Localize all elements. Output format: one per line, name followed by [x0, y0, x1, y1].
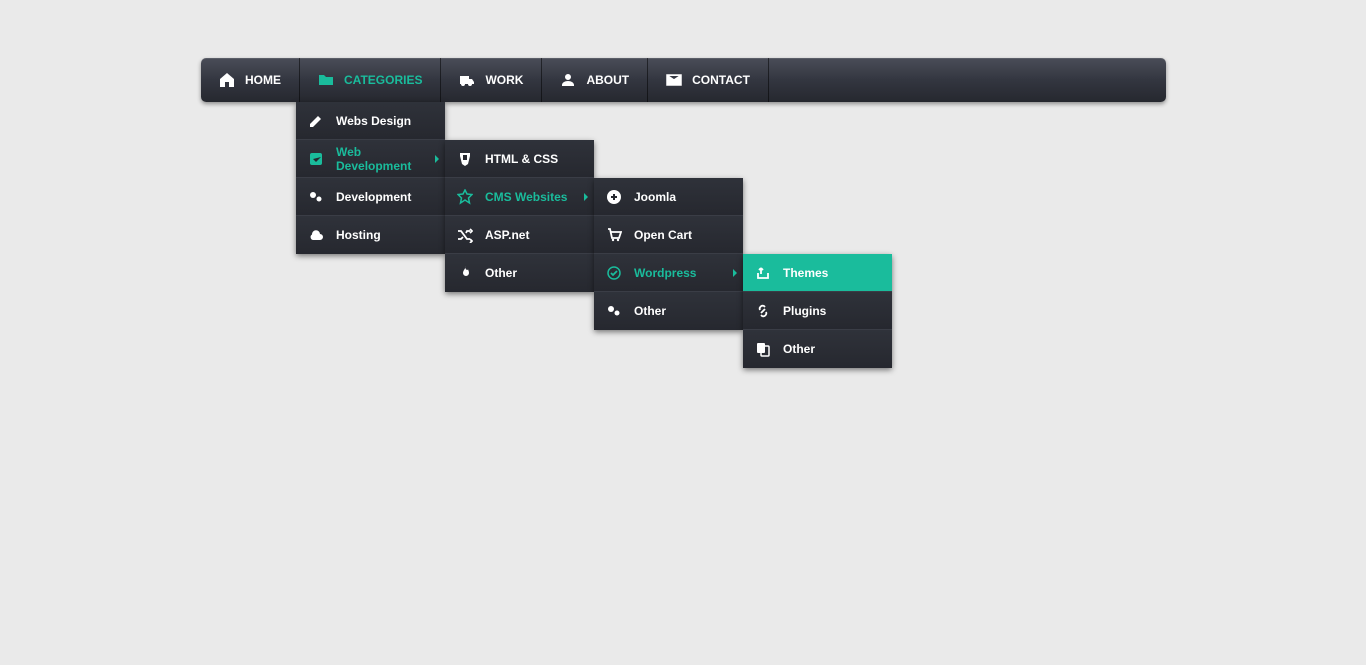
submenu-other[interactable]: Other: [445, 254, 594, 292]
submenu-html-css[interactable]: HTML & CSS: [445, 140, 594, 178]
nav-label: HOME: [245, 73, 281, 87]
submenu-label: Hosting: [336, 228, 381, 242]
nav-label: CONTACT: [692, 73, 750, 87]
submenu-joomla[interactable]: Joomla: [594, 178, 743, 216]
home-icon: [219, 72, 235, 88]
submenu-plugins[interactable]: Plugins: [743, 292, 892, 330]
submenu-development[interactable]: Development: [296, 178, 445, 216]
submenu-themes[interactable]: Themes: [743, 254, 892, 292]
edit-icon: [308, 113, 324, 129]
random-icon: [457, 227, 473, 243]
submenu-web-development: HTML & CSS CMS Websites ASP.net Other: [445, 140, 594, 292]
submenu-label: Development: [336, 190, 411, 204]
nav-about[interactable]: ABOUT: [542, 58, 648, 102]
submenu-label: Other: [634, 304, 666, 318]
envelope-icon: [666, 72, 682, 88]
submenu-other[interactable]: Other: [594, 292, 743, 330]
nav-contact[interactable]: CONTACT: [648, 58, 769, 102]
submenu-categories: Webs Design Web Development Development …: [296, 102, 445, 254]
html5-icon: [457, 151, 473, 167]
cogs-icon: [606, 303, 622, 319]
chevron-right-icon: [435, 155, 439, 163]
submenu-label: Webs Design: [336, 114, 411, 128]
submenu-label: Plugins: [783, 304, 826, 318]
submenu-cms-websites[interactable]: CMS Websites: [445, 178, 594, 216]
nav-label: CATEGORIES: [344, 73, 422, 87]
submenu-wordpress: Themes Plugins Other: [743, 254, 892, 368]
pencil-square-icon: [308, 151, 324, 167]
share-icon: [755, 265, 771, 281]
submenu-open-cart[interactable]: Open Cart: [594, 216, 743, 254]
plus-circle-icon: [606, 189, 622, 205]
chevron-right-icon: [733, 269, 737, 277]
chevron-right-icon: [584, 193, 588, 201]
submenu-label: Open Cart: [634, 228, 692, 242]
submenu-wordpress[interactable]: Wordpress: [594, 254, 743, 292]
shopping-cart-icon: [606, 227, 622, 243]
user-icon: [560, 72, 576, 88]
check-circle-icon: [606, 265, 622, 281]
submenu-label: HTML & CSS: [485, 152, 558, 166]
submenu-cms-websites: Joomla Open Cart Wordpress Other: [594, 178, 743, 330]
truck-icon: [459, 72, 475, 88]
submenu-web-development[interactable]: Web Development: [296, 140, 445, 178]
nav-label: WORK: [485, 73, 523, 87]
submenu-label: Other: [783, 342, 815, 356]
main-navbar: HOME CATEGORIES WORK ABOUT CONTACT: [201, 58, 1166, 102]
submenu-label: CMS Websites: [485, 190, 567, 204]
submenu-label: Themes: [783, 266, 828, 280]
submenu-webs-design[interactable]: Webs Design: [296, 102, 445, 140]
submenu-hosting[interactable]: Hosting: [296, 216, 445, 254]
submenu-label: ASP.net: [485, 228, 529, 242]
nav-label: ABOUT: [586, 73, 629, 87]
star-icon: [457, 189, 473, 205]
submenu-label: Other: [485, 266, 517, 280]
submenu-other[interactable]: Other: [743, 330, 892, 368]
copy-icon: [755, 341, 771, 357]
nav-home[interactable]: HOME: [201, 58, 300, 102]
link-icon: [755, 303, 771, 319]
submenu-asp-net[interactable]: ASP.net: [445, 216, 594, 254]
submenu-label: Joomla: [634, 190, 676, 204]
nav-work[interactable]: WORK: [441, 58, 542, 102]
nav-categories[interactable]: CATEGORIES: [300, 58, 441, 102]
cloud-icon: [308, 227, 324, 243]
submenu-label: Web Development: [336, 145, 433, 173]
cogs-icon: [308, 189, 324, 205]
folder-open-icon: [318, 72, 334, 88]
submenu-label: Wordpress: [634, 266, 696, 280]
fire-icon: [457, 265, 473, 281]
